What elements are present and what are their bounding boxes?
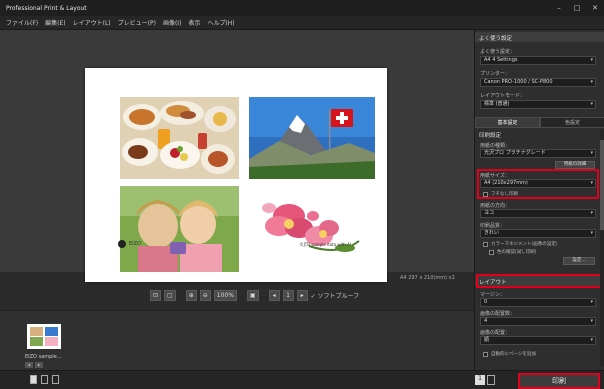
test-print-checkbox[interactable]: 色の確認(試し印刷) xyxy=(489,249,537,255)
quality-label: 印刷品質： xyxy=(480,223,506,229)
window-title: Professional Print & Layout xyxy=(6,4,87,12)
list-view-icon[interactable] xyxy=(52,375,59,384)
logo-mark xyxy=(118,240,126,248)
section-print-title: 印刷設定 xyxy=(479,133,502,139)
copies-control: 1 xyxy=(475,375,495,385)
layout-thumbnail[interactable] xyxy=(27,324,61,349)
display-mode-button[interactable]: ▣ xyxy=(246,289,259,301)
auto-add-page-checkbox[interactable]: 自動的にページを追加 xyxy=(483,351,536,357)
close-icon[interactable]: ✕ xyxy=(590,3,600,13)
paper-type-select[interactable]: 光沢プロ プラチナグレード ▾ xyxy=(480,149,596,158)
panel-scrollbar[interactable] xyxy=(600,130,604,366)
printer-select[interactable]: Canon PRO-1000 / SC-P800 ▾ xyxy=(480,78,596,87)
tab-color[interactable]: 色設定 xyxy=(540,117,604,128)
title-bar: Professional Print & Layout – □ ✕ xyxy=(0,0,604,16)
double-view-icon[interactable] xyxy=(41,375,48,384)
quality-select[interactable]: きれい ▾ xyxy=(480,229,596,238)
image-count-label: 画像の配置数： xyxy=(480,311,516,317)
menu-preview[interactable]: プレビュー(P) xyxy=(118,18,156,27)
paper-detail-button[interactable]: 用紙の詳細 xyxy=(555,161,595,169)
menu-edit[interactable]: 編集(E) xyxy=(45,18,65,27)
copies-stepper-icon[interactable] xyxy=(487,375,495,385)
photo-mountain[interactable] xyxy=(249,97,375,179)
window-controls: – □ ✕ xyxy=(554,3,600,13)
copies-input[interactable]: 1 xyxy=(475,375,485,385)
menu-layout[interactable]: レイアウト(L) xyxy=(73,18,111,27)
settings-button[interactable]: 設定... xyxy=(563,257,595,265)
orientation-select[interactable]: ヨコ ▾ xyxy=(480,209,596,218)
margin-label: マージン： xyxy=(480,292,505,298)
single-view-icon[interactable] xyxy=(30,375,37,384)
layout-mode-label: レイアウトモード： xyxy=(480,93,526,99)
settings-tabs: 基本設定 色設定 xyxy=(475,117,604,128)
print-button[interactable]: 印刷 xyxy=(518,373,600,389)
preset-label: よく使う設定： xyxy=(480,49,516,55)
preview-toolbar: ⊡ ▢ ⊕ ⊖ 100% ▣ ◂ 1 ▸ ✓ ソフトプルーフ xyxy=(150,289,359,301)
layout-mode-select[interactable]: 標準 (普通) ▾ xyxy=(480,100,596,109)
soft-proof-toggle[interactable]: ✓ ソフトプルーフ xyxy=(311,291,360,300)
thumb-prev-icon[interactable]: ◂ xyxy=(25,362,33,368)
margin-select[interactable]: 0 ▾ xyxy=(480,298,596,307)
page-credit: ©JTB sample data with AI xyxy=(299,242,351,247)
next-page-icon[interactable]: ▸ xyxy=(296,289,308,301)
layout-section-highlight xyxy=(476,274,602,288)
photo-breakfast[interactable] xyxy=(120,97,239,179)
arrange-label: 画像の配置： xyxy=(480,330,511,336)
photo-children[interactable] xyxy=(120,186,239,272)
minimize-icon[interactable]: – xyxy=(554,3,564,13)
print-page[interactable]: EIZO ©JTB sample data with AI xyxy=(85,68,387,282)
tab-basic[interactable]: 基本設定 xyxy=(475,117,540,128)
page-number[interactable]: 1 xyxy=(282,289,294,301)
menu-bar: ファイル(F) 編集(E) レイアウト(L) プレビュー(P) 画像(I) 表示… xyxy=(0,16,604,30)
actual-size-button[interactable]: ▢ xyxy=(164,289,176,301)
thumbnail-page-controls: ◂ ▸ xyxy=(25,362,43,368)
view-mode-buttons xyxy=(30,375,59,384)
scrollbar-thumb[interactable] xyxy=(600,140,604,230)
menu-image[interactable]: 画像(I) xyxy=(163,18,181,27)
paper-type-label: 用紙の種類： xyxy=(480,143,511,149)
menu-file[interactable]: ファイル(F) xyxy=(6,18,38,27)
orientation-label: 用紙の方向： xyxy=(480,203,511,209)
section-favorites-title: よく使う設定 xyxy=(479,36,513,42)
arrange-select[interactable]: 順 ▾ xyxy=(480,336,596,345)
preset-select[interactable]: A4 4 Settings ▾ xyxy=(480,56,596,65)
thumbnail-name: EIZO sample... xyxy=(25,354,62,360)
page-logo: EIZO xyxy=(118,240,141,248)
bottom-bar: 1 印刷 xyxy=(0,370,604,389)
zoom-in-icon[interactable]: ⊕ xyxy=(185,289,197,301)
zoom-out-icon[interactable]: ⊖ xyxy=(199,289,211,301)
filmstrip: EIZO sample... ◂ ▸ xyxy=(0,310,474,370)
paper-size-status: A4 297 x 210(mm) x1 xyxy=(400,275,455,281)
photo-flower[interactable] xyxy=(249,186,375,272)
color-management-checkbox[interactable]: カラーマネジメント(画像の設定) xyxy=(483,241,558,247)
fit-page-button[interactable]: ⊡ xyxy=(150,289,162,301)
maximize-icon[interactable]: □ xyxy=(572,3,582,13)
image-count-select[interactable]: 4 ▾ xyxy=(480,317,596,326)
menu-view[interactable]: 表示 xyxy=(188,18,200,27)
logo-text: EIZO xyxy=(129,241,141,247)
printer-label: プリンター： xyxy=(480,71,511,77)
thumb-next-icon[interactable]: ▸ xyxy=(35,362,43,368)
menu-help[interactable]: ヘルプ(H) xyxy=(207,18,234,27)
settings-panel: よく使う設定 よく使う設定： A4 4 Settings ▾ プリンター： Can… xyxy=(474,30,604,370)
prev-page-icon[interactable]: ◂ xyxy=(268,289,280,301)
preview-workspace: EIZO ©JTB sample data with AI xyxy=(0,30,474,282)
paper-size-highlight xyxy=(477,169,599,199)
zoom-select[interactable]: 100% xyxy=(213,289,237,301)
